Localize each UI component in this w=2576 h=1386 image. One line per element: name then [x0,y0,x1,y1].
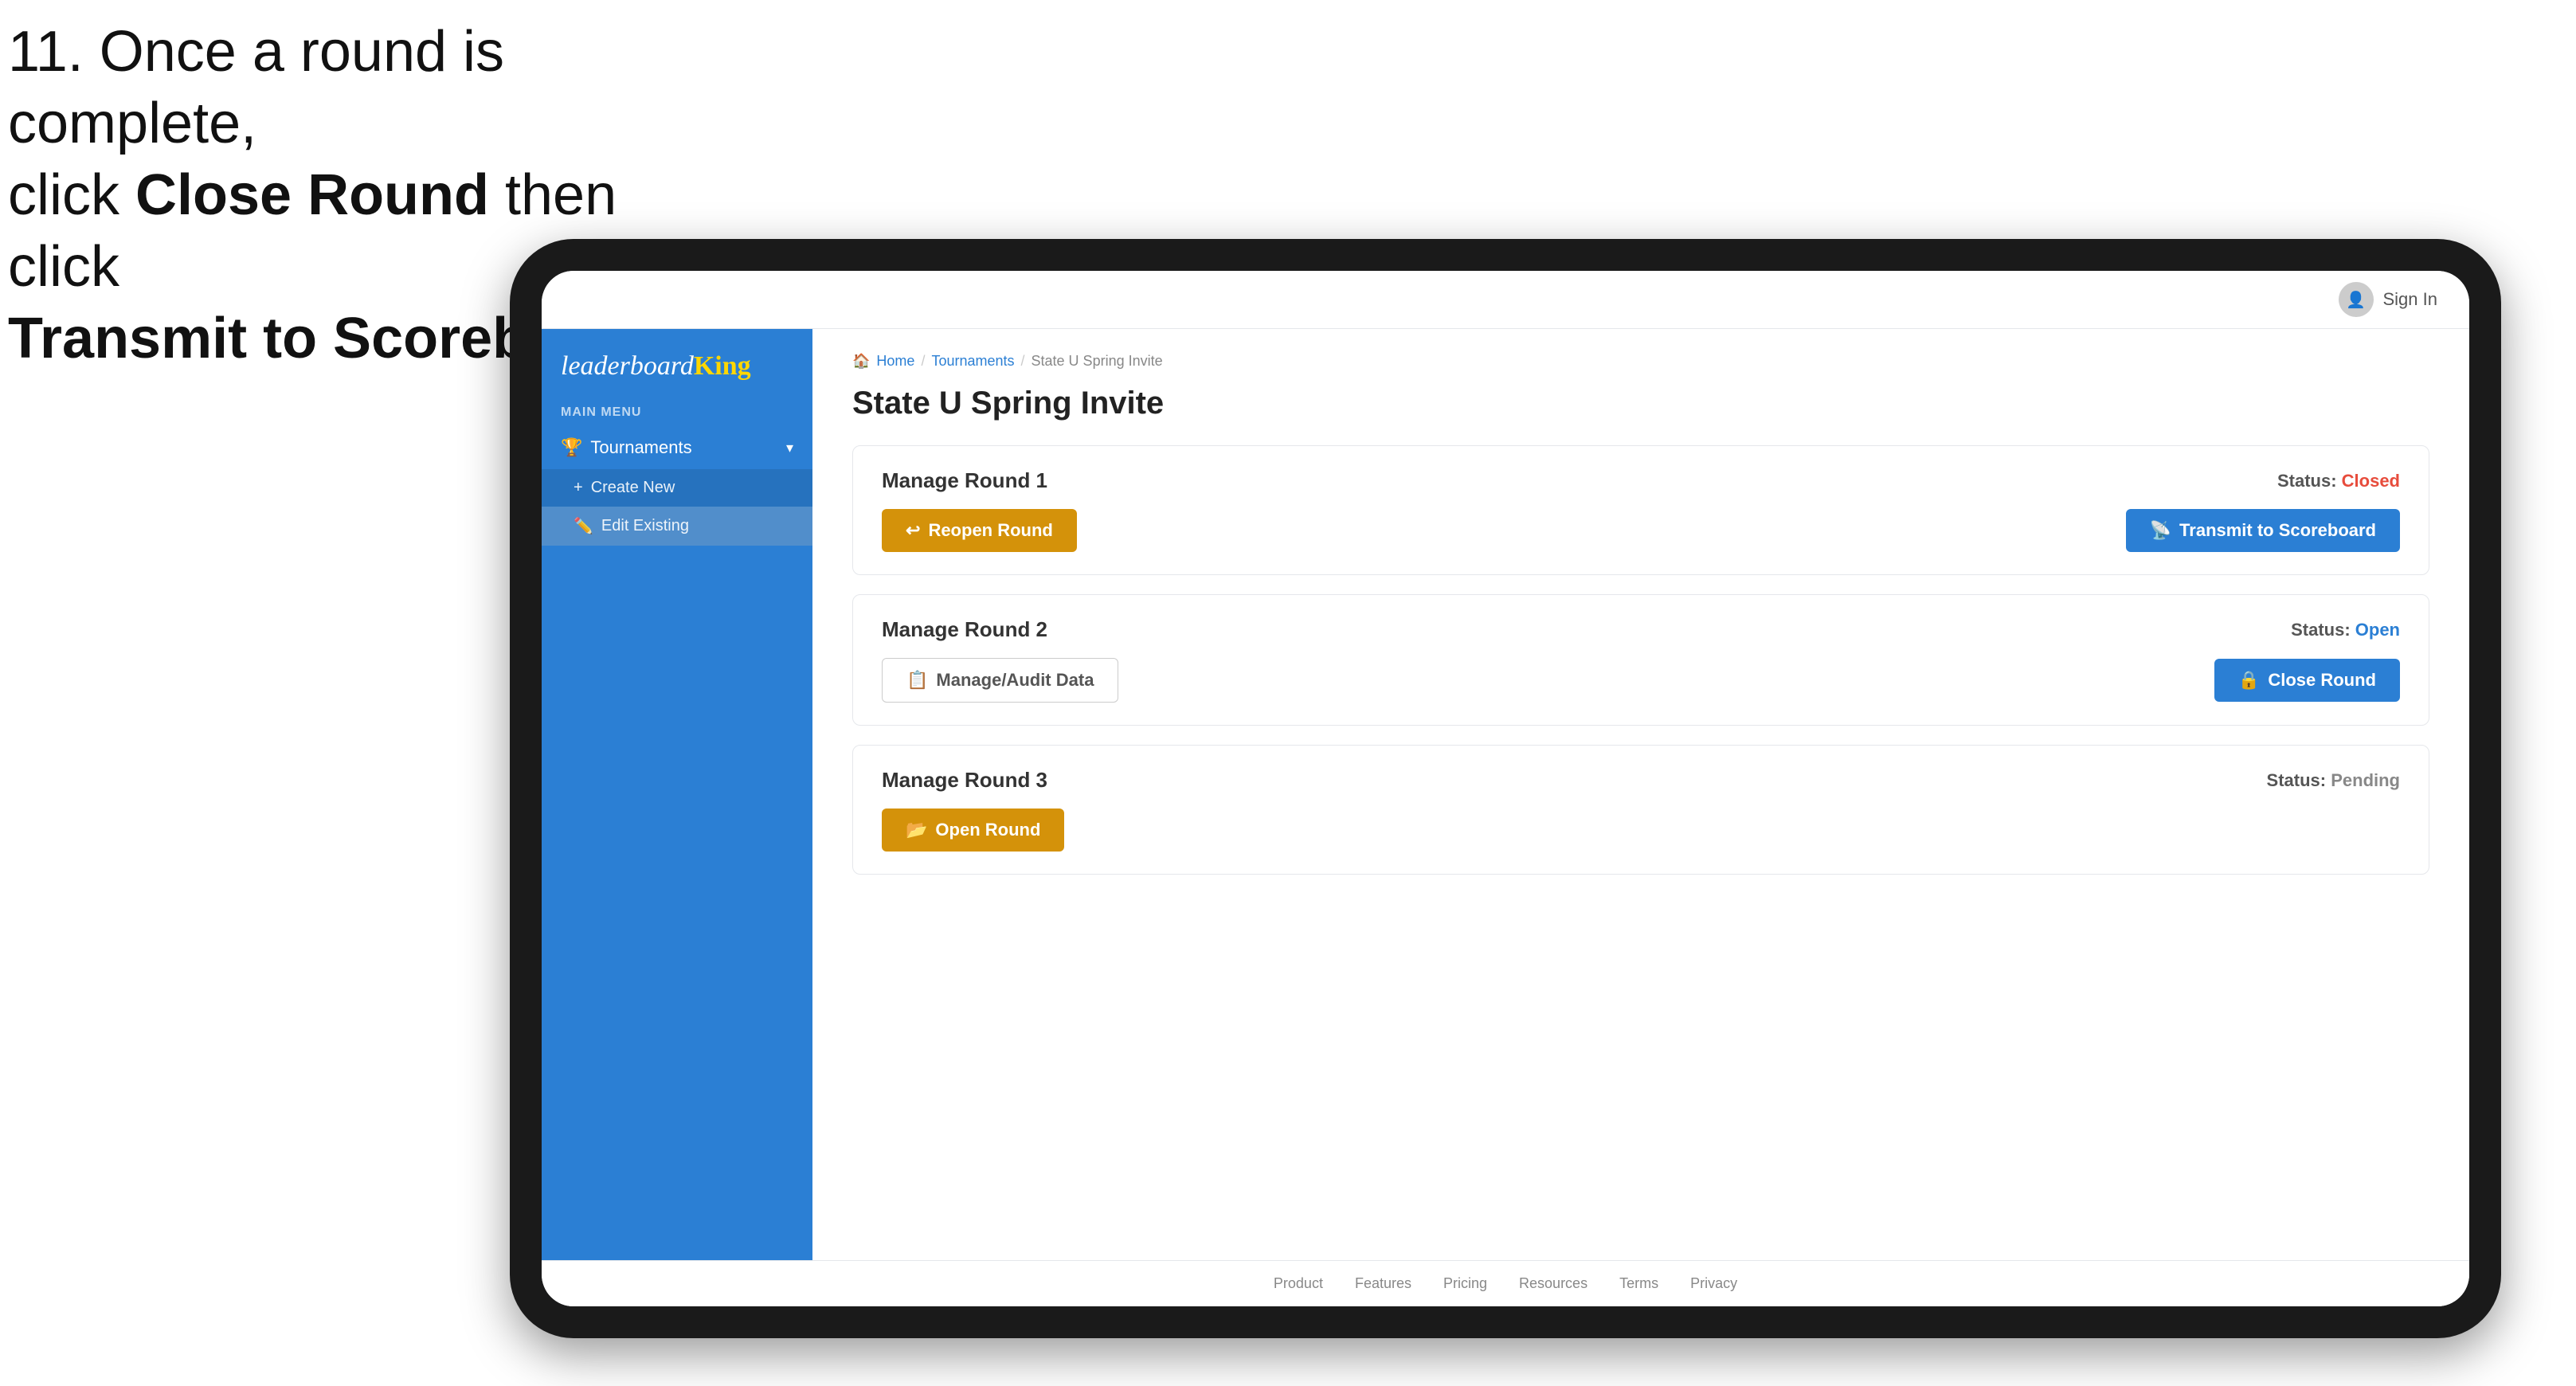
footer-features[interactable]: Features [1355,1275,1411,1292]
edit-icon: ✏️ [574,516,593,536]
create-new-label: Create New [591,479,675,497]
breadcrumb-sep1: / [921,353,925,370]
logo: leaderboardKing [561,351,793,382]
breadcrumb-home[interactable]: Home [876,353,914,370]
round-1-status: Status: Closed [2277,471,2400,491]
app-container: 👤 Sign In leaderboardKing MAIN MENU 🏆 [542,271,2469,1306]
round-2-section: Manage Round 2 Status: Open 📋 Manage/Aud… [852,594,2429,726]
status-label-text: Status: [2277,471,2337,491]
edit-existing-label: Edit Existing [601,517,689,535]
round-2-title: Manage Round 2 [882,617,1047,642]
logo-area: leaderboardKing [542,329,812,397]
page-title: State U Spring Invite [852,386,2429,421]
chevron-down-icon: ▾ [786,440,793,456]
sidebar-item-tournaments[interactable]: 🏆 Tournaments ▾ [542,426,812,469]
footer-terms[interactable]: Terms [1619,1275,1658,1292]
instruction-line2: click [8,163,135,227]
sidebar: leaderboardKing MAIN MENU 🏆 Tournaments … [542,329,812,1260]
breadcrumb-current: State U Spring Invite [1032,353,1163,370]
reopen-round-label: Reopen Round [928,520,1052,541]
reopen-icon: ↩ [906,520,920,541]
manage-icon: 📋 [906,670,928,691]
status-2-label-text: Status: [2291,620,2351,640]
sign-in-label[interactable]: Sign In [2383,289,2438,310]
sidebar-item-create-new[interactable]: + Create New [542,469,812,507]
tournaments-icon: 🏆 [561,437,582,458]
round-2-status: Status: Open [2291,620,2400,640]
footer-pricing[interactable]: Pricing [1443,1275,1487,1292]
footer-product[interactable]: Product [1274,1275,1323,1292]
plus-icon: + [574,479,583,497]
tablet-screen: 👤 Sign In leaderboardKing MAIN MENU 🏆 [542,271,2469,1306]
close-round-button[interactable]: 🔒 Close Round [2214,659,2400,702]
round-3-status-value: Pending [2331,770,2400,790]
sign-in-area[interactable]: 👤 Sign In [2339,282,2438,317]
round-1-status-value: Closed [2342,471,2400,491]
round-3-title: Manage Round 3 [882,768,1047,793]
close-round-label: Close Round [2268,670,2376,691]
round-2-actions: 📋 Manage/Audit Data 🔒 Close Round [882,658,2400,703]
lock-icon: 🔒 [2238,670,2260,691]
sidebar-item-edit-existing[interactable]: ✏️ Edit Existing [542,507,812,546]
transmit-icon: 📡 [2150,520,2171,541]
top-bar: 👤 Sign In [542,271,2469,329]
round-1-title: Manage Round 1 [882,468,1047,493]
instruction-bold1: Close Round [135,163,489,227]
footer: Product Features Pricing Resources Terms… [542,1260,2469,1306]
round-1-section: Manage Round 1 Status: Closed ↩ Reopen R… [852,445,2429,575]
round-3-header: Manage Round 3 Status: Pending [882,768,2400,793]
round-1-header: Manage Round 1 Status: Closed [882,468,2400,493]
round-1-actions: ↩ Reopen Round 📡 Transmit to Scoreboard [882,509,2400,552]
round-2-header: Manage Round 2 Status: Open [882,617,2400,642]
main-menu-label: MAIN MENU [542,397,812,426]
logo-leaderboard: leaderboard [561,351,694,381]
manage-audit-label: Manage/Audit Data [936,670,1094,691]
round-3-section: Manage Round 3 Status: Pending 📂 Open Ro… [852,745,2429,875]
footer-resources[interactable]: Resources [1519,1275,1587,1292]
status-3-label-text: Status: [2267,770,2327,790]
tablet-frame: 👤 Sign In leaderboardKing MAIN MENU 🏆 [510,239,2501,1338]
footer-privacy[interactable]: Privacy [1690,1275,1737,1292]
sidebar-tournaments-label: Tournaments [590,437,691,458]
breadcrumb-sep2: / [1021,353,1025,370]
transmit-scoreboard-button[interactable]: 📡 Transmit to Scoreboard [2126,509,2400,552]
round-3-status: Status: Pending [2267,770,2400,791]
transmit-scoreboard-label: Transmit to Scoreboard [2179,520,2376,541]
content-area: 🏠 Home / Tournaments / State U Spring In… [812,329,2469,1260]
avatar: 👤 [2339,282,2374,317]
open-round-button[interactable]: 📂 Open Round [882,808,1064,852]
home-icon: 🏠 [852,353,870,370]
logo-king: King [694,351,751,381]
instruction-line1: 11. Once a round is complete, [8,20,504,155]
sidebar-submenu: + Create New ✏️ Edit Existing [542,469,812,546]
breadcrumb: 🏠 Home / Tournaments / State U Spring In… [852,353,2429,370]
reopen-round-button[interactable]: ↩ Reopen Round [882,509,1077,552]
manage-audit-button[interactable]: 📋 Manage/Audit Data [882,658,1118,703]
main-area: leaderboardKing MAIN MENU 🏆 Tournaments … [542,329,2469,1260]
breadcrumb-tournaments[interactable]: Tournaments [931,353,1014,370]
open-icon: 📂 [906,820,927,840]
open-round-label: Open Round [935,820,1040,840]
round-2-status-value: Open [2355,620,2400,640]
round-3-actions: 📂 Open Round [882,808,2400,852]
